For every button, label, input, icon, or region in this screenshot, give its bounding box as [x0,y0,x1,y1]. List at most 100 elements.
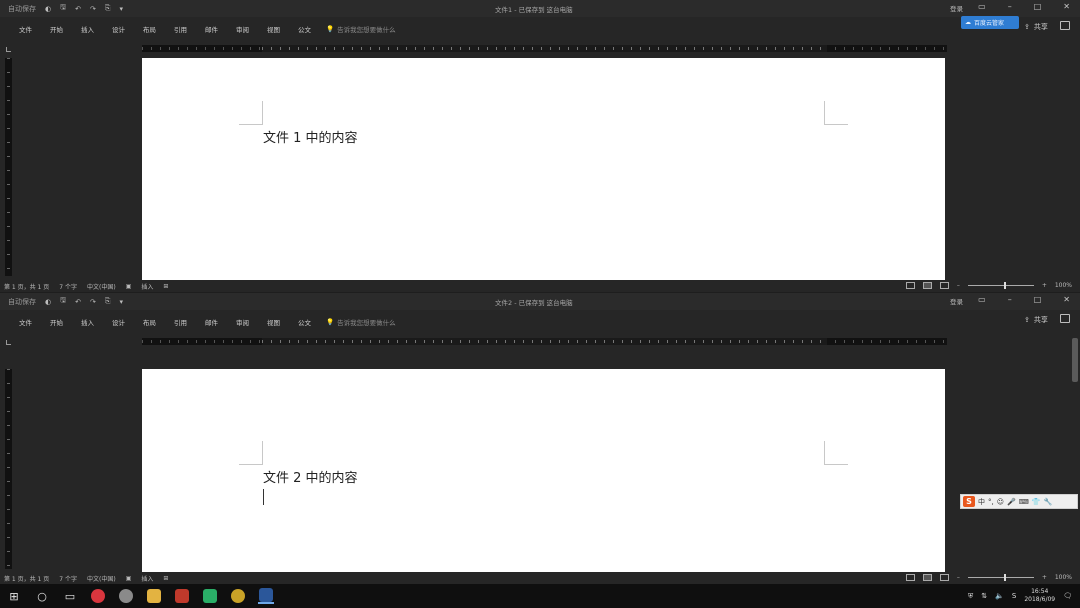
zoom-slider[interactable] [967,574,1034,581]
ime-voice-icon[interactable]: 🎤 [1007,498,1016,506]
tab-selector-icon[interactable] [6,340,11,345]
ime-indicator-icon[interactable]: S [1012,592,1016,600]
print-layout-view-icon[interactable] [922,574,932,581]
tab-view[interactable]: 视图 [258,317,289,327]
read-mode-view-icon[interactable] [905,282,915,289]
tab-view[interactable]: 视图 [258,24,289,34]
close-icon[interactable]: ✕ [1063,2,1070,11]
comments-icon[interactable] [1060,21,1070,30]
zoom-in-icon[interactable]: + [1042,282,1047,289]
language[interactable]: 中文(中国) [87,574,116,583]
wechat-icon[interactable] [202,588,218,604]
undo-icon[interactable]: ↶ [75,298,81,306]
ime-mode-chinese[interactable]: 中 [978,497,985,507]
network-icon[interactable]: ⇅ [981,592,987,600]
macro-icon[interactable]: ▣ [126,575,132,582]
ribbon-display-icon[interactable]: ▭ [978,295,986,304]
page-count[interactable]: 第 1 页，共 1 页 [4,282,49,291]
ime-keyboard-icon[interactable]: ⌨ [1019,498,1029,506]
customize-qat-icon[interactable]: ▾ [119,298,123,306]
volume-icon[interactable]: 🔈 [995,592,1004,600]
web-layout-view-icon[interactable] [939,574,949,581]
comments-icon[interactable] [1060,314,1070,323]
horizontal-ruler[interactable] [142,338,947,345]
web-layout-view-icon[interactable] [939,282,949,289]
tab-design[interactable]: 设计 [103,24,134,34]
tab-official[interactable]: 公文 [289,24,320,34]
login-link[interactable]: 登录 [950,3,963,13]
login-link[interactable]: 登录 [950,296,963,306]
share-button[interactable]: ⇪ 共享 [1024,315,1048,325]
tab-selector-icon[interactable] [6,47,11,52]
document-text[interactable]: 文件 2 中的内容 [263,467,358,486]
tab-references[interactable]: 引用 [165,24,196,34]
zoom-out-icon[interactable]: – [957,282,960,289]
record-macro-icon[interactable]: ⊞ [163,283,168,290]
document-text[interactable]: 文件 1 中的内容 [263,127,358,146]
tab-file[interactable]: 文件 [10,317,41,327]
tab-home[interactable]: 开始 [41,24,72,34]
tab-design[interactable]: 设计 [103,317,134,327]
vertical-ruler[interactable] [5,369,12,569]
page-count[interactable]: 第 1 页，共 1 页 [4,574,49,583]
maximize-icon[interactable]: □ [1034,295,1042,304]
toggle-switch-icon[interactable]: ◐ [45,5,51,13]
document-page[interactable]: 文件 2 中的内容 [142,369,945,572]
netease-music-icon[interactable] [90,588,106,604]
ime-punctuation-icon[interactable]: °, [988,498,994,506]
ime-tools-icon[interactable]: 🔧 [1044,498,1053,506]
zoom-level[interactable]: 100% [1055,282,1072,289]
word-count[interactable]: 7 个字 [59,574,77,583]
ribbon-display-icon[interactable]: ▭ [978,2,986,11]
tab-review[interactable]: 审阅 [227,317,258,327]
autosave-toggle[interactable]: 自动保存 [8,297,36,307]
file-explorer-icon[interactable] [146,588,162,604]
tab-file[interactable]: 文件 [10,24,41,34]
insert-mode[interactable]: 插入 [141,574,153,583]
tab-references[interactable]: 引用 [165,317,196,327]
save-icon[interactable]: 🖫 [60,296,66,307]
vertical-scrollbar[interactable] [1072,338,1078,382]
macro-icon[interactable]: ▣ [126,283,132,290]
zoom-slider[interactable] [967,282,1034,289]
format-painter-icon[interactable]: ⎘ [105,4,111,13]
tab-insert[interactable]: 插入 [72,24,103,34]
ime-emoji-icon[interactable]: ☺ [997,498,1004,506]
redo-icon[interactable]: ↷ [90,298,96,306]
toggle-switch-icon[interactable]: ◐ [45,298,51,306]
record-macro-icon[interactable]: ⊞ [163,575,168,582]
tab-mailings[interactable]: 邮件 [196,24,227,34]
task-view-icon[interactable]: ▭ [62,588,78,604]
tell-me-box[interactable]: 💡 告诉我您想要做什么 [326,317,396,327]
customize-qat-icon[interactable]: ▾ [119,5,123,13]
tell-me-box[interactable]: 💡 告诉我您想要做什么 [326,24,396,34]
tab-insert[interactable]: 插入 [72,317,103,327]
tab-layout[interactable]: 布局 [134,24,165,34]
notification-icon[interactable]: 🗨 [1063,592,1072,600]
clock[interactable]: 16:54 2018/6/09 [1024,588,1055,604]
minimize-icon[interactable]: – [1008,2,1012,11]
chrome-icon[interactable] [230,588,246,604]
windows-start-icon[interactable]: ⊞ [6,588,22,604]
redo-icon[interactable]: ↷ [90,5,96,13]
language[interactable]: 中文(中国) [87,282,116,291]
browser-icon[interactable] [118,588,134,604]
tab-review[interactable]: 审阅 [227,24,258,34]
maximize-icon[interactable]: □ [1034,2,1042,11]
document-page[interactable]: 文件 1 中的内容 [142,58,945,280]
tab-home[interactable]: 开始 [41,317,72,327]
autosave-toggle[interactable]: 自动保存 [8,4,36,14]
baidu-cloud-badge[interactable]: ☁ 百度云管家 [961,16,1019,29]
print-layout-view-icon[interactable] [922,282,932,289]
vertical-ruler[interactable] [5,58,12,276]
search-circle-icon[interactable]: ○ [34,588,50,604]
tab-official[interactable]: 公文 [289,317,320,327]
format-painter-icon[interactable]: ⎘ [105,297,111,306]
ime-skin-icon[interactable]: 👕 [1032,498,1041,506]
zoom-level[interactable]: 100% [1055,574,1072,581]
horizontal-ruler[interactable] [142,45,947,52]
security-shield-icon[interactable]: ⛨ [968,592,973,601]
ime-toolbar[interactable]: S 中 °, ☺ 🎤 ⌨ 👕 🔧 [960,494,1078,509]
word-count[interactable]: 7 个字 [59,282,77,291]
share-button[interactable]: ⇪ 共享 [1024,22,1048,32]
